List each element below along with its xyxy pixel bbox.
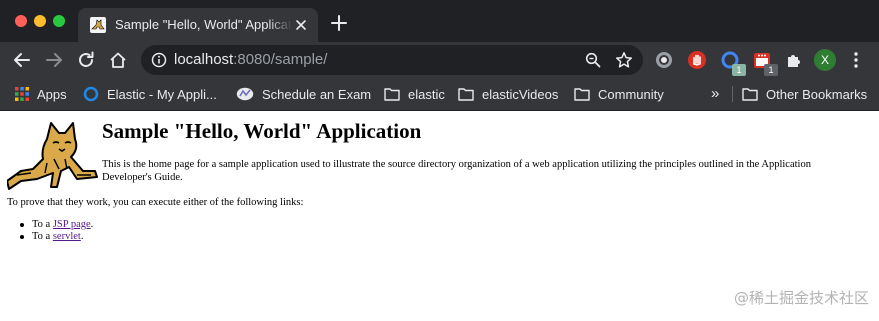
bookmarks-bar: Apps Elastic - My Appli... Schedule an E… [0,78,879,111]
page-title: Sample "Hello, World" Application [102,119,422,143]
record-extension-icon[interactable] [654,50,674,70]
list-item: To a servlet. [19,231,93,243]
calendar-extension-badge: 1 [764,64,778,76]
camera-extension-icon[interactable]: 1 [720,50,746,76]
kebab-menu-icon[interactable] [848,51,864,69]
bookmark-apps[interactable]: Apps [15,78,67,110]
new-tab-icon[interactable] [331,15,347,31]
apps-grid-icon [15,87,29,101]
list-item-prefix: To a [32,231,53,242]
bookmark-label: elasticVideos [482,86,559,102]
zoom-icon[interactable] [585,52,601,68]
reload-icon[interactable] [77,51,95,69]
puzzle-extensions-icon[interactable] [784,50,804,70]
folder-icon [458,88,474,101]
stop-hand-extension-icon[interactable] [687,50,707,70]
watermark: @稀土掘金技术社区 [733,289,869,307]
folder-icon [574,88,590,101]
camera-extension-badge: 1 [732,64,746,76]
active-tab[interactable]: Sample "Hello, World" Application [78,8,318,42]
close-window-button[interactable] [15,15,27,27]
profile-avatar[interactable]: X [814,49,836,71]
bookmark-star-icon[interactable] [615,51,633,69]
bookmark-folder-community[interactable]: Community [574,78,664,110]
bookmark-other-bookmarks[interactable]: Other Bookmarks [742,78,867,110]
tab-title-fade [268,14,292,36]
list-item-suffix: . [90,219,94,230]
folder-icon [742,88,758,101]
list-item-prefix: To a [32,219,53,230]
bookmark-elastic-my-apps[interactable]: Elastic - My Appli... [83,78,217,110]
tomcat-favicon-icon [90,17,106,33]
servlet-link[interactable]: servlet [53,231,81,242]
list-item-suffix: . [80,231,84,242]
back-arrow-icon[interactable] [13,51,31,69]
list-item: To a JSP page. [19,219,94,231]
tomcat-logo-icon [7,122,98,190]
bookmark-label: Schedule an Exam [262,86,372,102]
address-bar[interactable]: localhost:8080/sample/ [141,45,643,75]
folder-icon [384,88,400,101]
bookmark-label: elastic [408,86,445,102]
url-text[interactable]: localhost:8080/sample/ [174,51,327,69]
instructions-paragraph: To prove that they work, you can execute… [7,197,304,208]
minimize-window-button[interactable] [34,15,46,27]
close-tab-icon[interactable] [294,18,308,32]
bookmarks-overflow-chevron[interactable]: » [711,86,719,102]
bookmark-schedule-exam[interactable]: Schedule an Exam [236,78,371,110]
url-host: localhost [174,51,234,68]
tab-strip: Sample "Hello, World" Application [0,0,879,42]
browser-toolbar: localhost:8080/sample/ 1 1 X [0,42,879,78]
elastic-icon [83,86,99,102]
bookmark-label: Community [598,86,664,102]
forward-arrow-icon[interactable] [45,51,63,69]
tab-title: Sample "Hello, World" Application [115,17,291,32]
bookmarks-separator [732,86,733,102]
exam-icon [236,87,254,101]
bookmark-label: Elastic - My Appli... [107,86,217,102]
bookmark-label: Apps [37,86,67,102]
bookmark-folder-elasticvideos[interactable]: elasticVideos [458,78,558,110]
bookmark-label: Other Bookmarks [766,86,868,102]
bookmark-folder-elastic[interactable]: elastic [384,78,445,110]
url-path: :8080/sample/ [233,51,328,68]
site-info-icon[interactable] [151,52,167,68]
home-icon[interactable] [109,51,127,69]
sample-links-list: To a JSP page. To a servlet. [19,219,94,243]
fullscreen-window-button[interactable] [53,15,65,27]
intro-paragraph: This is the home page for a sample appli… [102,159,811,183]
jsp-page-link[interactable]: JSP page [53,219,91,230]
page-content: Sample "Hello, World" Application This i… [0,111,879,321]
calendar-extension-icon[interactable]: 1 [752,50,778,76]
